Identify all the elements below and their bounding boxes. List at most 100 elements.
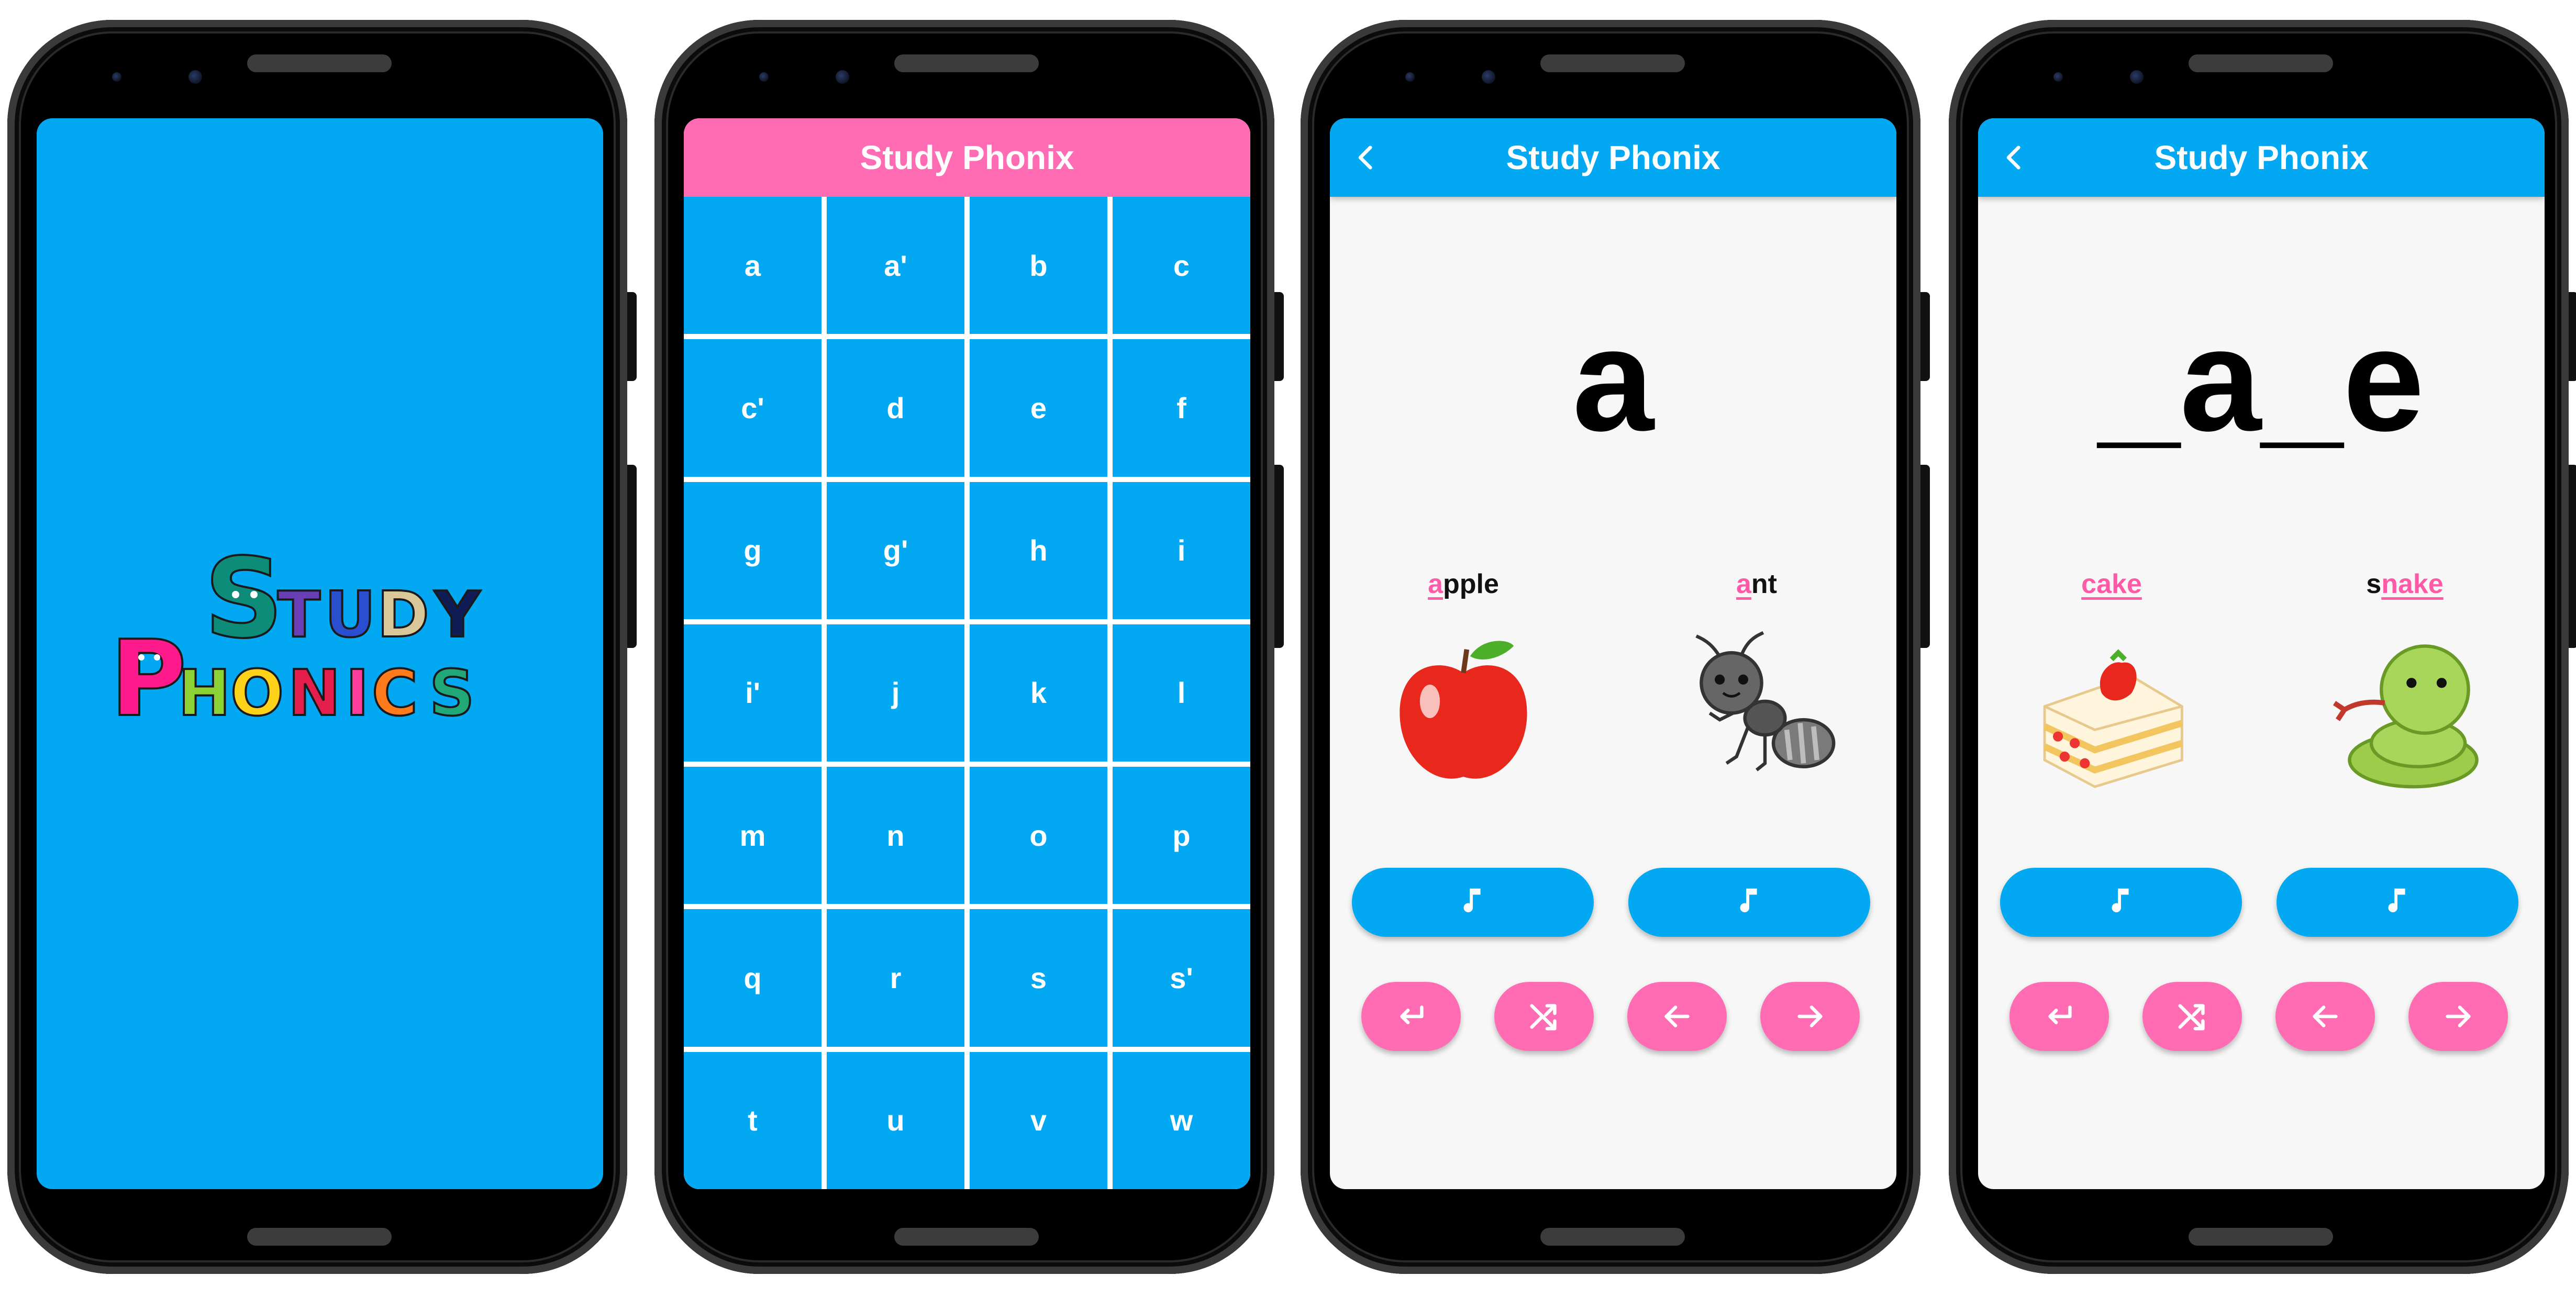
phone-study-a: Study Phonix a apple ant — [1301, 20, 1930, 1276]
play-sound-button-right[interactable] — [2277, 868, 2518, 937]
apple-illustration — [1400, 641, 1527, 779]
phone-letter-grid: Study Phonix a a' b c c' d e f g g' h i i' j k l m n o p q r s… — [654, 20, 1284, 1276]
play-sound-button-left[interactable] — [1352, 868, 1594, 937]
study-screen: Study Phonix _a_e cake snake — [1978, 118, 2545, 1189]
sensor — [112, 72, 121, 82]
music-note-icon — [1740, 888, 1757, 913]
arrow-right-icon — [2446, 1005, 2471, 1027]
music-note-icon — [2388, 888, 2405, 913]
front-camera — [836, 70, 849, 84]
app-bar-title: Study Phonix — [2154, 139, 2369, 176]
letter-cell[interactable]: a — [684, 197, 821, 334]
previous-button[interactable] — [1627, 982, 1727, 1051]
power-button — [1920, 292, 1930, 381]
arrow-left-icon — [2313, 1005, 2338, 1027]
power-button — [2569, 292, 2576, 381]
volume-button — [627, 465, 637, 648]
letter-cell[interactable]: c — [1113, 197, 1250, 334]
shuffle-button[interactable] — [1494, 982, 1594, 1051]
word-prefix: s — [2366, 569, 2382, 599]
letter-cell[interactable]: a' — [827, 197, 964, 334]
app-bar-title: Study Phonix — [1506, 139, 1720, 176]
svg-text:S: S — [429, 657, 474, 730]
ant-illustration — [1695, 631, 1836, 771]
letter-cell[interactable]: t — [684, 1051, 821, 1189]
bottom-speaker — [247, 1228, 392, 1246]
return-button[interactable] — [2009, 982, 2109, 1051]
letter-cell[interactable]: h — [970, 482, 1107, 619]
letter-cell[interactable]: w — [1113, 1051, 1250, 1189]
chevron-left-icon[interactable] — [1349, 140, 1383, 175]
sensor — [1405, 72, 1415, 82]
front-camera — [188, 70, 202, 84]
svg-text:I: I — [346, 657, 369, 730]
front-camera — [1482, 70, 1495, 84]
phone-splash: S T U D Y P H O N I C S — [7, 20, 637, 1276]
letter-cell[interactable]: u — [827, 1051, 964, 1189]
letter-cell[interactable]: r — [827, 909, 964, 1047]
word-right: ant — [1644, 568, 1869, 600]
music-note-icon — [2112, 888, 2129, 913]
svg-text:C: C — [372, 657, 418, 730]
word-left: apple — [1351, 568, 1576, 600]
letter-cell[interactable]: s — [970, 909, 1107, 1047]
play-sound-button-left[interactable] — [2000, 868, 2242, 937]
letter-cell[interactable]: o — [970, 767, 1107, 904]
word-highlight: nake — [2381, 569, 2444, 599]
music-note-icon — [1463, 888, 1481, 913]
play-sound-button-right[interactable] — [1628, 868, 1870, 937]
phonics-letter: a — [1572, 298, 1654, 462]
svg-text:Y: Y — [434, 579, 481, 652]
letter-cell[interactable]: p — [1113, 767, 1250, 904]
letter-cell[interactable]: s' — [1113, 909, 1250, 1047]
snake-illustration — [2333, 644, 2479, 789]
shuffle-icon — [2178, 1004, 2205, 1031]
letter-cell[interactable]: f — [1113, 339, 1250, 477]
letter-cell[interactable]: q — [684, 909, 821, 1047]
return-button[interactable] — [1361, 982, 1461, 1051]
svg-text:U: U — [325, 579, 375, 652]
chevron-left-icon[interactable] — [1997, 140, 2031, 175]
volume-button — [1920, 465, 1930, 648]
shuffle-icon — [1530, 1004, 1557, 1031]
next-button[interactable] — [1760, 982, 1860, 1051]
letter-cell[interactable]: v — [970, 1051, 1107, 1189]
earpiece-speaker — [1540, 54, 1685, 72]
letter-cell[interactable]: k — [970, 624, 1107, 762]
letter-cell[interactable]: i — [1113, 482, 1250, 619]
arrow-right-icon — [1797, 1005, 1823, 1027]
bottom-speaker — [894, 1228, 1039, 1246]
letter-cell[interactable]: l — [1113, 624, 1250, 762]
earpiece-speaker — [2189, 54, 2333, 72]
letter-cell[interactable]: j — [827, 624, 964, 762]
study-screen: Study Phonix a apple ant — [1330, 118, 1896, 1189]
cake-illustration — [2043, 649, 2183, 788]
svg-text:N: N — [288, 657, 340, 730]
front-camera — [2130, 70, 2144, 84]
word-highlight: a — [1736, 569, 1751, 599]
word-highlight: a — [1428, 569, 1443, 599]
letter-grid: a a' b c c' d e f g g' h i i' j k l m n o p q r s s' t u v w — [684, 197, 1250, 1189]
letter-cell[interactable]: d — [827, 339, 964, 477]
letter-cell[interactable]: m — [684, 767, 821, 904]
letter-cell[interactable]: e — [970, 339, 1107, 477]
letter-cell[interactable]: b — [970, 197, 1107, 334]
letter-cell[interactable]: c' — [684, 339, 821, 477]
letter-cell[interactable]: g' — [827, 482, 964, 619]
volume-button — [2569, 465, 2576, 648]
letter-cell[interactable]: g — [684, 482, 821, 619]
phonics-letter: _a_e — [2098, 298, 2425, 462]
power-button — [627, 292, 637, 381]
bottom-speaker — [1540, 1228, 1685, 1246]
letter-cell[interactable]: n — [827, 767, 964, 904]
study-phonics-logo: S T U D Y P H O N I C S — [110, 542, 482, 731]
next-button[interactable] — [2408, 982, 2508, 1051]
svg-text:T: T — [277, 579, 320, 652]
previous-button[interactable] — [2275, 982, 2375, 1051]
letter-cell[interactable]: i' — [684, 624, 821, 762]
power-button — [1274, 292, 1284, 381]
svg-text:D: D — [377, 579, 429, 652]
svg-text:H: H — [178, 657, 230, 730]
shuffle-button[interactable] — [2142, 982, 2242, 1051]
svg-text:O: O — [230, 657, 284, 730]
